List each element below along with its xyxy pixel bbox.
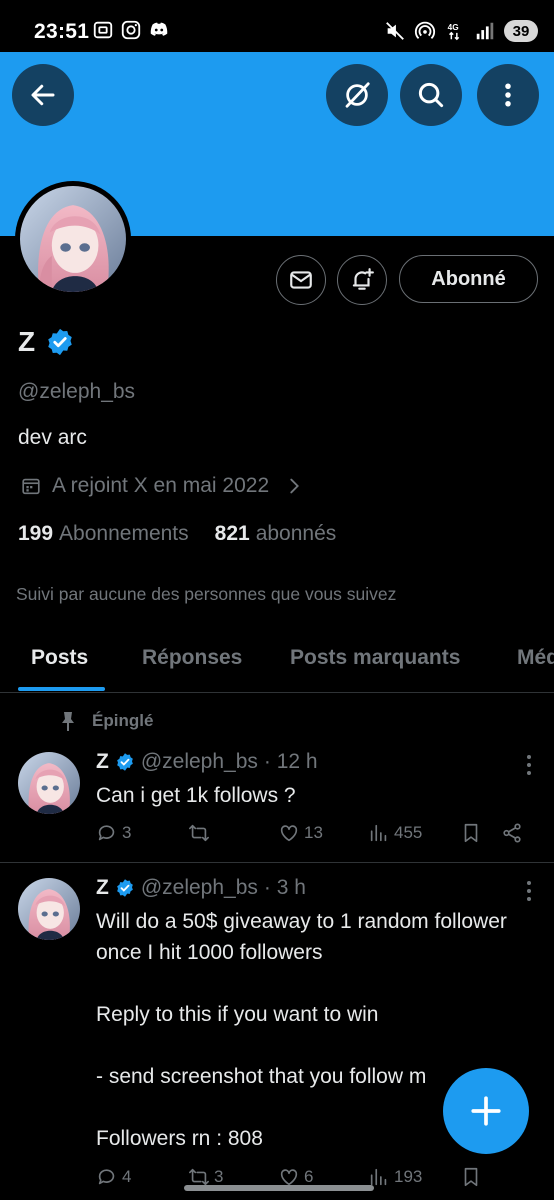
joined-date: A rejoint X en mai 2022: [52, 474, 270, 497]
tweet-text: Can i get 1k follows ?: [96, 784, 296, 807]
following-label: Abonnements: [59, 522, 189, 545]
status-app-icons: [92, 19, 170, 41]
tweet-time: · 12 h: [263, 750, 318, 773]
grok-icon: [345, 82, 370, 108]
tweet-author-handle[interactable]: @zeleph_bs: [141, 750, 258, 774]
pin-icon: [62, 712, 74, 731]
share-button[interactable]: [501, 822, 523, 844]
active-tab-indicator: [18, 687, 105, 691]
tab-highlights[interactable]: Posts marquants: [290, 646, 460, 670]
message-button[interactable]: [276, 255, 326, 305]
followers-label: abonnés: [255, 522, 337, 545]
bookmark-icon: [464, 823, 478, 843]
more-vertical-icon: [505, 83, 511, 107]
tweet-header: Z @zeleph_bs · 12 h: [96, 750, 318, 774]
compose-post-button[interactable]: [443, 1068, 529, 1154]
network-4g-icon: 4G: [448, 23, 460, 41]
following-count-link[interactable]: 199 Abonnements: [18, 522, 189, 546]
tweet-header: Z @zeleph_bs · 3 h: [96, 876, 306, 900]
tweet-author-name[interactable]: Z: [96, 876, 109, 900]
like-count: 13: [304, 823, 323, 842]
tweet-time: · 3 h: [263, 876, 306, 899]
mail-icon: [290, 271, 312, 289]
pinned-label: Épinglé: [58, 710, 153, 732]
joined-date-row[interactable]: A rejoint X en mai 2022: [20, 474, 305, 498]
tweet-avatar[interactable]: [18, 878, 80, 940]
back-button[interactable]: [12, 64, 74, 126]
reply-count: 4: [122, 1167, 132, 1186]
repost-button[interactable]: [188, 822, 214, 844]
bookmark-button[interactable]: [460, 1166, 482, 1188]
profile-bio: dev arc: [18, 426, 87, 449]
tweet-avatar[interactable]: [18, 752, 80, 814]
tweet-author-name[interactable]: Z: [96, 750, 109, 774]
discord-icon: [150, 22, 168, 36]
tweet-actions: 3 13 455: [96, 822, 528, 850]
search-button[interactable]: [400, 64, 462, 126]
avatar-image: [20, 186, 126, 292]
views-button[interactable]: 193: [368, 1166, 422, 1188]
following-button[interactable]: Abonné: [399, 255, 538, 303]
screenshot-icon: [93, 21, 113, 39]
status-system-icons: 4G 39: [384, 20, 538, 42]
search-icon: [418, 82, 444, 108]
like-button[interactable]: 13: [278, 822, 323, 844]
reply-button[interactable]: 3: [96, 822, 131, 844]
tweet-author-handle[interactable]: @zeleph_bs: [141, 876, 258, 900]
verified-badge-icon: [116, 879, 133, 897]
plus-icon: [471, 1096, 501, 1126]
following-count: 199: [18, 522, 54, 545]
hotspot-icon: [414, 21, 436, 39]
verified-badge-icon: [116, 753, 133, 771]
status-time: 23:51: [34, 20, 90, 43]
like-count: 6: [304, 1167, 314, 1186]
battery-indicator: 39: [504, 20, 538, 42]
status-bar: 23:51 4G 39: [0, 0, 554, 52]
follow-counts: 199 Abonnements 821 abonnés: [18, 522, 336, 546]
bookmark-button[interactable]: [460, 822, 482, 844]
instagram-icon: [121, 20, 141, 40]
display-name-row: Z: [18, 326, 75, 358]
tab-media[interactable]: Méd: [517, 646, 554, 670]
bell-plus-icon: [352, 268, 374, 290]
tab-posts[interactable]: Posts: [31, 646, 88, 670]
more-options-button[interactable]: [477, 64, 539, 126]
pinned-text: Épinglé: [92, 711, 154, 730]
followed-by-text: Suivi par aucune des personnes que vous …: [16, 584, 397, 604]
svg-text:4G: 4G: [448, 23, 459, 32]
reply-button[interactable]: 4: [96, 1166, 131, 1188]
reply-icon: [98, 1169, 115, 1185]
profile-handle: @zeleph_bs: [18, 380, 136, 403]
profile-tabs: Posts Réponses Posts marquants Méd: [0, 640, 554, 693]
verified-badge-icon[interactable]: [45, 327, 75, 357]
calendar-icon: [22, 478, 40, 495]
views-icon: [370, 824, 387, 842]
grok-button[interactable]: [326, 64, 388, 126]
display-name: Z: [18, 326, 36, 357]
views-count: 193: [394, 1167, 423, 1186]
views-button[interactable]: 455: [368, 822, 422, 844]
tab-replies[interactable]: Réponses: [142, 646, 242, 670]
tweet-divider: [0, 862, 554, 863]
home-indicator[interactable]: [184, 1185, 374, 1191]
back-arrow-icon: [31, 84, 55, 106]
tweet-more-icon[interactable]: [526, 754, 532, 776]
repost-icon: [189, 824, 209, 842]
tweet-more-icon[interactable]: [526, 880, 532, 902]
reply-count: 3: [122, 823, 132, 842]
followers-count: 821: [214, 522, 250, 545]
share-icon: [503, 823, 521, 843]
views-count: 455: [394, 823, 423, 842]
followers-count-link[interactable]: 821 abonnés: [215, 522, 337, 546]
signal-icon: [476, 22, 494, 40]
repost-count: 3: [214, 1167, 224, 1186]
mute-icon: [386, 22, 404, 40]
notifications-button[interactable]: [337, 255, 387, 305]
chevron-right-icon: [290, 478, 300, 494]
bookmark-icon: [464, 1167, 478, 1187]
heart-icon: [280, 825, 298, 842]
profile-avatar[interactable]: [15, 181, 131, 297]
reply-icon: [98, 825, 115, 841]
